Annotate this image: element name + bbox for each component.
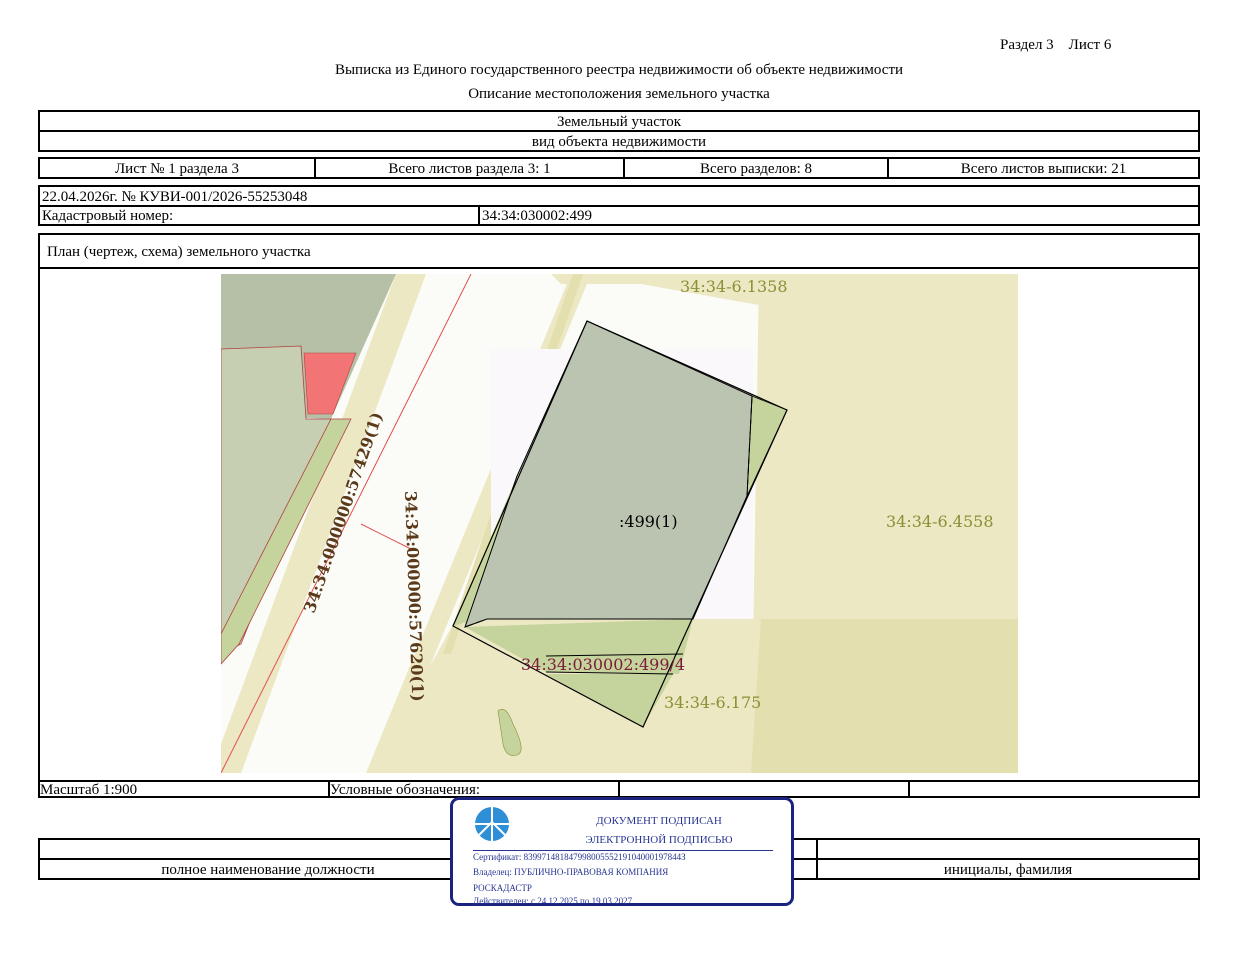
sheet-of-section: Лист № 1 раздела 3	[115, 161, 239, 177]
date-and-number: 22.04.2026г. № КУВИ-001/2026-55253048	[42, 189, 308, 205]
stamp-owner: Владелец: ПУБЛИЧНО-ПРАВОВАЯ КОМПАНИЯ	[473, 867, 669, 877]
stamp-line-2: ЭЛЕКТРОННОЙ ПОДПИСЬЮ	[585, 834, 733, 846]
label-zone-top: 34:34-6.1358	[680, 277, 788, 296]
total-extract-sheets: Всего листов выписки: 21	[960, 161, 1127, 177]
total-section-sheets: Всего листов раздела 3: 1	[388, 161, 551, 177]
object-type-value: Земельный участок	[556, 114, 682, 130]
cadastral-number-label: Кадастровый номер:	[42, 208, 174, 224]
scale: Масштаб 1:900	[40, 782, 138, 798]
stamp-owner-2: РОСКАДАСТР	[473, 883, 532, 893]
signature-caption: инициалы, фамилия	[943, 862, 1073, 878]
legend-label: Условные обозначения:	[330, 782, 481, 798]
sheets-table: Лист № 1 раздела 3 Всего листов раздела …	[38, 157, 1200, 179]
label-zone-bottom: 34:34-6.175	[664, 693, 761, 712]
land-plot-map: 34:34-6.1358 34:34-6.4558 34:34-6.175 :4…	[221, 274, 1018, 773]
total-sections: Всего разделов: 8	[699, 161, 813, 177]
stamp-line-1: ДОКУМЕНТ ПОДПИСАН	[596, 815, 722, 827]
stamp-certificate: Сертификат: 8399714818479980055521910400…	[473, 852, 686, 862]
cadastral-number-value: 34:34:030002:499	[482, 208, 593, 224]
object-type-caption: вид объекта недвижимости	[531, 134, 707, 150]
zone-right-dark	[751, 619, 1018, 773]
object-type-table: Земельный участок вид объекта недвижимос…	[38, 110, 1200, 152]
document-subtitle: Описание местоположения земельного участ…	[468, 86, 770, 102]
label-zone-right: 34:34-6.4558	[886, 512, 994, 531]
section-sheet-indicator: Раздел 3 Лист 6	[1000, 37, 1112, 53]
label-subparcel: 34:34:030002:499/4	[521, 655, 685, 674]
plan-heading: План (чертеж, схема) земельного участка	[47, 244, 311, 260]
document-info-table: 22.04.2026г. № КУВИ-001/2026-55253048 Ка…	[38, 185, 1200, 226]
document-title: Выписка из Единого государственного реес…	[334, 62, 904, 78]
label-parcel: :499(1)	[619, 512, 678, 531]
stamp-validity: Действителен: с 24.12.2025 по 19.03.2027	[473, 896, 633, 906]
electronic-signature-stamp: ДОКУМЕНТ ПОДПИСАН ЭЛЕКТРОННОЙ ПОДПИСЬЮ С…	[450, 797, 794, 906]
position-caption: полное наименование должности	[161, 862, 375, 878]
